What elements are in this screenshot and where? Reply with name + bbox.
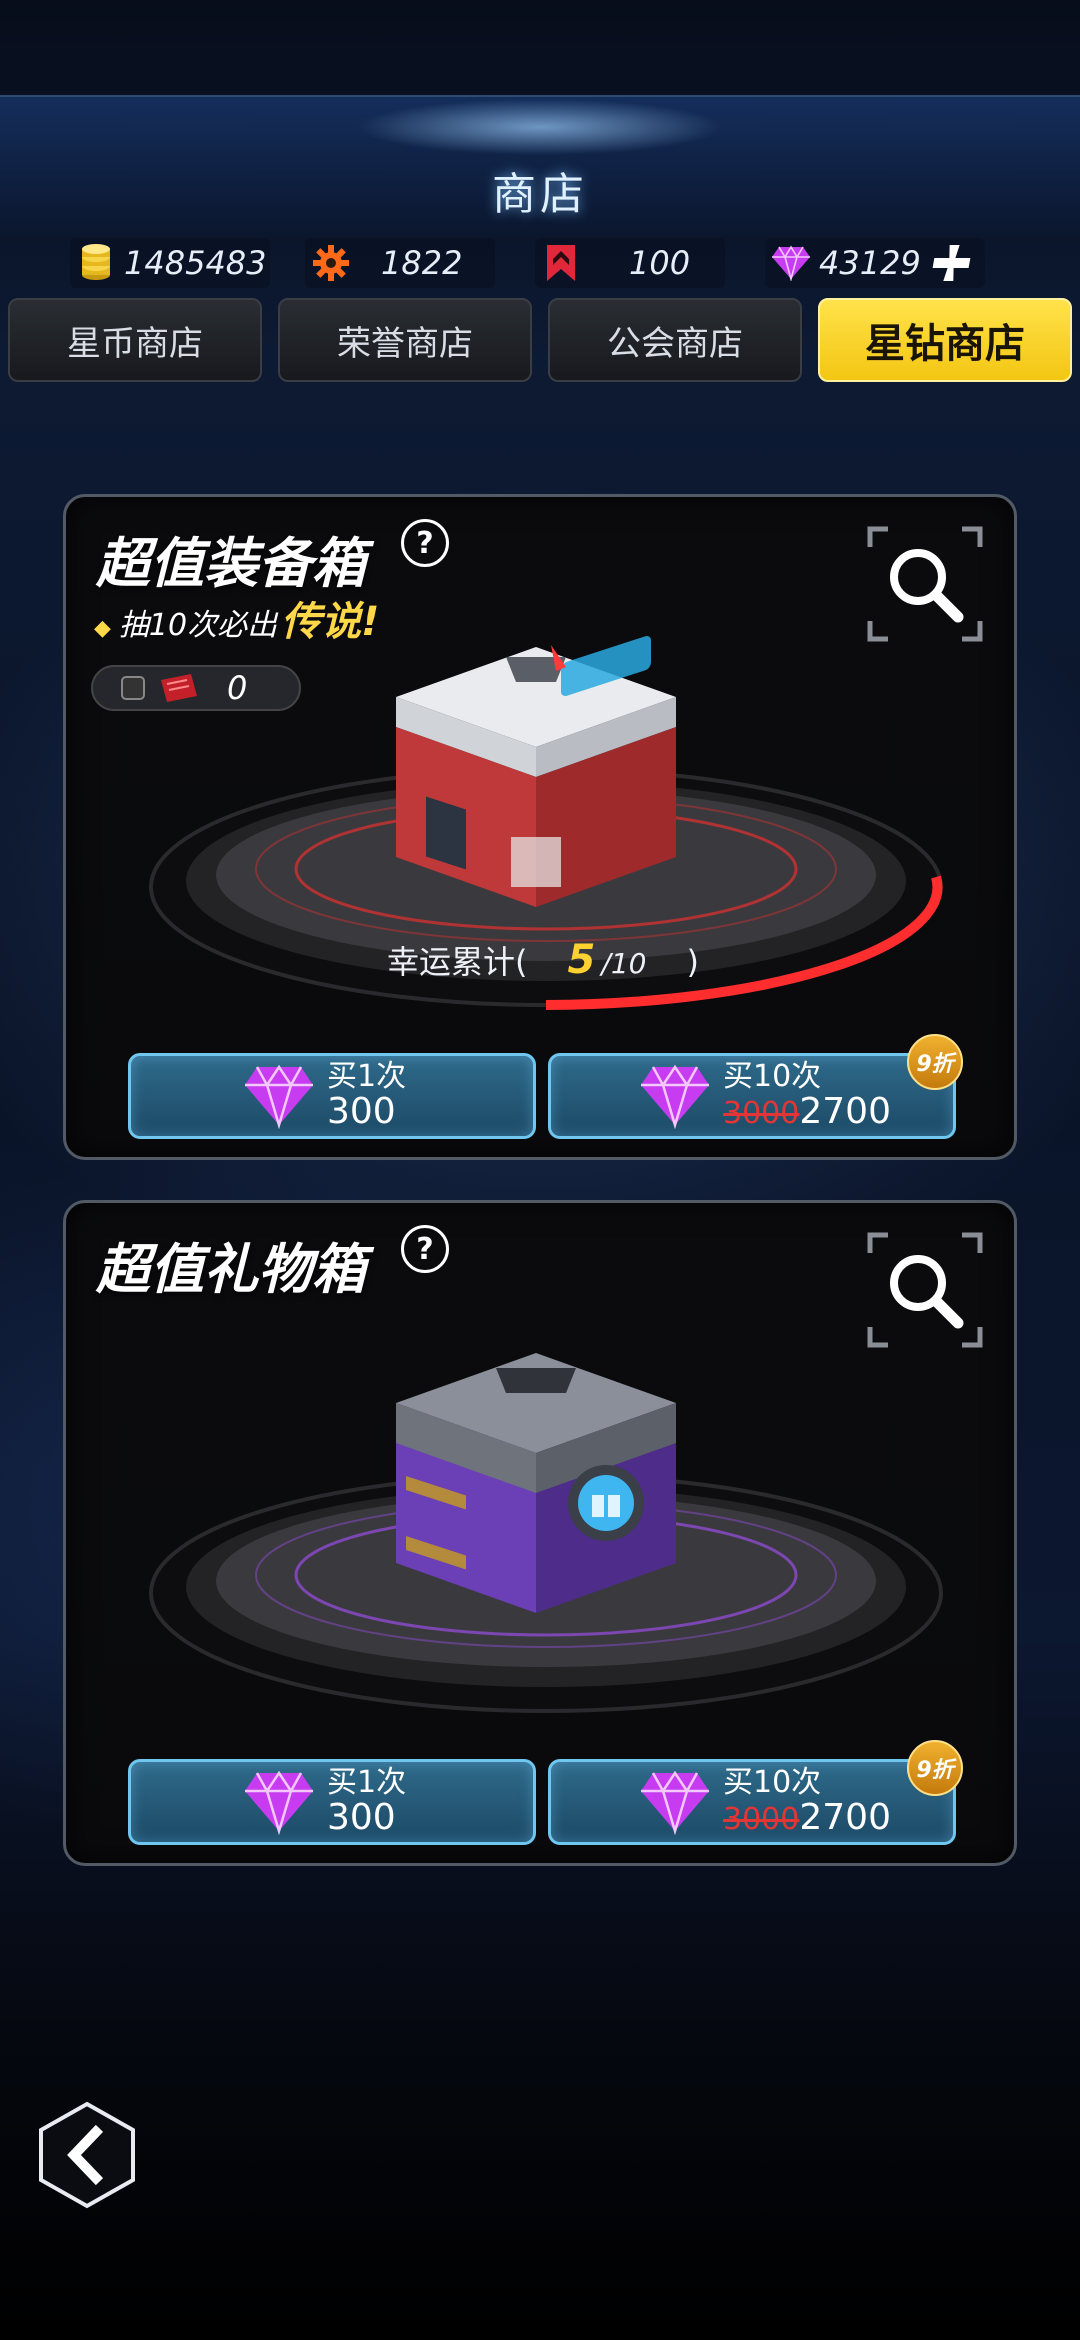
- discount-badge: 9折: [907, 1740, 963, 1796]
- buy-10-price: 2700: [799, 1796, 891, 1838]
- buy-10-price: 2700: [799, 1090, 891, 1132]
- equipment-box-card: 超值装备箱 ? ◆ 抽10次必出 传说! 0 幸运累计( 5/10) 买1次 30…: [63, 494, 1017, 1160]
- luck-close: ): [686, 943, 699, 981]
- guild-banner-icon: [541, 243, 581, 283]
- tab-honor-shop[interactable]: 荣誉商店: [278, 298, 532, 382]
- honor-value: 1822: [381, 244, 463, 282]
- discount-badge: 9折: [907, 1034, 963, 1090]
- ticket-toggle[interactable]: 0: [91, 665, 301, 711]
- tab-star-diamond-shop[interactable]: 星钻商店: [818, 298, 1072, 382]
- ticket-count: 0: [227, 669, 248, 707]
- buy-1-label: 买1次: [327, 1765, 407, 1801]
- gems-value: 43129: [819, 244, 921, 282]
- buy-10-button[interactable]: 买10次 30002700 9折: [548, 1034, 963, 1139]
- card-title: 超值装备箱: [96, 532, 366, 595]
- buy-10-old-price: 3000: [723, 1801, 800, 1837]
- luck-counter: 幸运累计( 5/10): [66, 937, 1014, 983]
- buy-1-price: 300: [327, 1796, 396, 1838]
- buy-1-price: 300: [327, 1090, 396, 1132]
- buy-10-label: 买10次: [723, 1765, 822, 1801]
- subtitle-text: 抽10次必出: [118, 608, 278, 643]
- gift-crate-image: [396, 1353, 676, 1613]
- tab-star-coin-shop[interactable]: 星币商店: [8, 298, 262, 382]
- luck-total: /10: [601, 947, 647, 980]
- equipment-crate-image: [396, 636, 676, 907]
- currency-honor: 1822: [305, 238, 495, 288]
- tab-guild-shop[interactable]: 公会商店: [548, 298, 802, 382]
- ticket-checkbox[interactable]: [121, 676, 145, 700]
- buy-10-button[interactable]: 买10次 30002700 9折: [548, 1740, 963, 1845]
- gem-icon: [245, 1770, 313, 1835]
- currency-coins: 1485483: [70, 238, 270, 288]
- page-title: 商店: [492, 169, 588, 220]
- honor-gear-icon: [311, 243, 351, 283]
- add-gems-icon[interactable]: [931, 243, 971, 283]
- gem-icon: [771, 243, 811, 283]
- buy-10-label: 买10次: [723, 1059, 822, 1095]
- luck-label: 幸运累计(: [387, 943, 528, 981]
- help-icon[interactable]: ?: [401, 1225, 449, 1273]
- coin-stack-icon: [76, 243, 116, 283]
- gift-box-card: 超值礼物箱 ? 买1次 300 买10次 30002700 9折: [63, 1200, 1017, 1866]
- buy-10-old-price: 3000: [723, 1095, 800, 1131]
- buy-1-button[interactable]: 买1次 300: [128, 1759, 536, 1845]
- subtitle-legend: 传说!: [281, 599, 380, 645]
- gem-icon: [245, 1064, 313, 1129]
- buy-1-label: 买1次: [327, 1059, 407, 1095]
- guild-value: 100: [629, 244, 691, 282]
- card-subtitle: ◆ 抽10次必出 传说!: [94, 589, 379, 647]
- help-icon[interactable]: ?: [401, 519, 449, 567]
- currency-guild: 100: [535, 238, 725, 288]
- zoom-magnifier-icon[interactable]: [866, 525, 984, 643]
- ticket-icon: [157, 672, 201, 704]
- gem-icon: [641, 1064, 709, 1129]
- coins-value: 1485483: [124, 244, 267, 282]
- buy-1-button[interactable]: 买1次 300: [128, 1053, 536, 1139]
- gem-icon: [641, 1770, 709, 1835]
- currency-gems: 43129: [765, 238, 985, 288]
- diamond-bullet-icon: ◆: [94, 616, 111, 641]
- luck-current: 5: [567, 937, 596, 983]
- zoom-magnifier-icon[interactable]: [866, 1231, 984, 1349]
- back-button[interactable]: [36, 2100, 138, 2210]
- card-title: 超值礼物箱: [96, 1238, 366, 1301]
